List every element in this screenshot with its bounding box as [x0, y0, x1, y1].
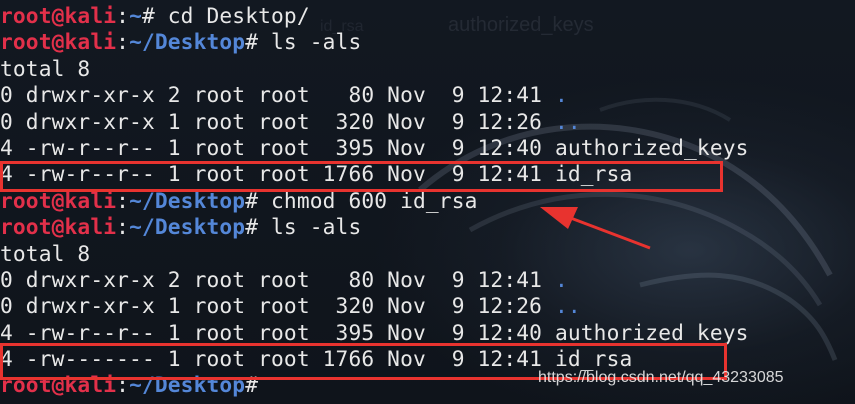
prompt-separator: :	[116, 214, 130, 240]
prompt-user-host: root@kali	[0, 214, 117, 240]
listing-details: 4 -rw-r--r-- 1 root root 395 Nov 9 12:40	[0, 134, 555, 160]
prompt-separator: :	[116, 3, 130, 28]
output-text: total 8	[0, 240, 91, 266]
listing-details: 4 -rw-r--r-- 1 root root 395 Nov 9 12:40	[0, 319, 555, 345]
listing-row: 4 -rw-r--r-- 1 root root 395 Nov 9 12:40…	[0, 320, 749, 346]
listing-details: 4 -rw-r--r-- 1 root root 1766 Nov 9 12:4…	[0, 161, 555, 187]
prompt-line: root@kali:~/Desktop# chmod 600 id_rsa	[0, 188, 749, 214]
prompt-user-host: root@kali	[0, 3, 117, 28]
listing-filename: ..	[554, 108, 581, 134]
prompt-symbol: #	[245, 29, 272, 55]
listing-row: 0 drwxr-xr-x 1 root root 320 Nov 9 12:26…	[0, 109, 749, 135]
command-text: ls -als	[271, 214, 362, 240]
prompt-user-host: root@kali	[0, 187, 117, 213]
listing-details: 0 drwxr-xr-x 2 root root 80 Nov 9 12:41	[0, 266, 555, 292]
prompt-line: root@kali:~/Desktop# ls -als	[0, 214, 749, 240]
listing-row: 4 -rw-r--r-- 1 root root 1766 Nov 9 12:4…	[0, 161, 749, 187]
prompt-separator: :	[116, 187, 130, 213]
prompt-user-host: root@kali	[0, 29, 117, 55]
listing-filename: id_rsa	[554, 161, 633, 187]
prompt-line: root@kali:~# cd Desktop/	[0, 3, 749, 29]
prompt-symbol: #	[245, 187, 272, 213]
prompt-path: ~	[129, 3, 142, 28]
listing-filename: ..	[554, 293, 581, 319]
terminal-output: root@kali:~# cd Desktop/root@kali:~/Desk…	[0, 3, 749, 399]
prompt-symbol: #	[141, 3, 168, 28]
prompt-user-host: root@kali	[0, 372, 117, 398]
prompt-symbol: #	[245, 372, 259, 398]
listing-filename: .	[554, 82, 568, 108]
prompt-path: ~/Desktop	[129, 372, 246, 398]
output-line: total 8	[0, 56, 749, 82]
listing-details: 0 drwxr-xr-x 1 root root 320 Nov 9 12:26	[0, 108, 555, 134]
listing-details: 4 -rw------- 1 root root 1766 Nov 9 12:4…	[0, 346, 555, 372]
output-line: total 8	[0, 241, 749, 267]
listing-details: 0 drwxr-xr-x 1 root root 320 Nov 9 12:26	[0, 293, 555, 319]
watermark: https://blog.csdn.net/qq_43233085	[538, 369, 784, 386]
listing-filename: authorized_keys	[554, 134, 749, 160]
command-text: ls -als	[271, 29, 362, 55]
prompt-separator: :	[116, 29, 130, 55]
command-text: chmod 600 id_rsa	[271, 187, 478, 213]
output-text: total 8	[0, 55, 91, 81]
listing-filename: authorized_keys	[554, 319, 749, 345]
command-text: cd Desktop/	[167, 3, 310, 28]
prompt-path: ~/Desktop	[129, 214, 246, 240]
terminal-window[interactable]: authorized_keys id_rsa root@kali:~# cd D…	[0, 0, 855, 404]
listing-details: 0 drwxr-xr-x 2 root root 80 Nov 9 12:41	[0, 82, 555, 108]
prompt-line: root@kali:~/Desktop# ls -als	[0, 29, 749, 55]
prompt-path: ~/Desktop	[129, 29, 246, 55]
prompt-symbol: #	[245, 214, 272, 240]
listing-filename: .	[554, 266, 568, 292]
listing-filename: id_rsa	[554, 346, 633, 372]
listing-row: 0 drwxr-xr-x 2 root root 80 Nov 9 12:41 …	[0, 267, 749, 293]
prompt-separator: :	[116, 372, 130, 398]
listing-row: 4 -rw-r--r-- 1 root root 395 Nov 9 12:40…	[0, 135, 749, 161]
prompt-path: ~/Desktop	[129, 187, 246, 213]
listing-row: 0 drwxr-xr-x 1 root root 320 Nov 9 12:26…	[0, 293, 749, 319]
listing-row: 0 drwxr-xr-x 2 root root 80 Nov 9 12:41 …	[0, 82, 749, 108]
